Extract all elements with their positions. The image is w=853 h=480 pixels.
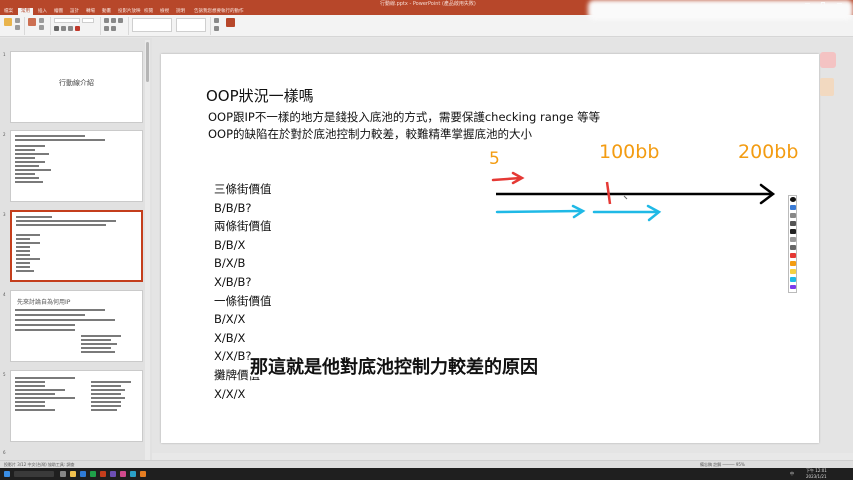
ink-annotations: 5 100bb 200bb [489, 141, 798, 222]
color-red-icon[interactable] [790, 253, 796, 258]
tell-me-search[interactable]: 告訴我您想要執行的動作 [194, 8, 244, 15]
cyan-arrow-1 [495, 204, 586, 219]
copy-icon[interactable] [15, 25, 20, 30]
window-title: 行動線.pptx - PowerPoint (產品啟用失敗) [380, 1, 476, 7]
color-orange-icon[interactable] [790, 261, 796, 266]
color-yellow-icon[interactable] [790, 269, 796, 274]
cyan-arrow-2 [592, 204, 662, 222]
thumbnail-scrollbar[interactable] [145, 40, 150, 460]
align-left-icon[interactable] [118, 18, 123, 23]
cut-icon[interactable] [15, 18, 20, 23]
tab-draw[interactable]: 繪圖 [54, 8, 63, 15]
pen-tool-icon[interactable] [790, 205, 796, 210]
canvas-scrollbar[interactable] [152, 453, 853, 460]
thumb-number: 4 [3, 292, 6, 297]
bold-icon[interactable] [54, 26, 59, 31]
layout-icon[interactable] [39, 18, 44, 23]
shapes-gallery[interactable] [132, 18, 172, 32]
explorer-icon[interactable] [70, 471, 76, 477]
numbering-icon[interactable] [111, 18, 116, 23]
taskbar: 中 下午 12:01 2023/1/21 [0, 468, 853, 480]
current-slide[interactable]: OOP狀況一樣嗎 OOP跟IP不一樣的地方是錢投入底池的方式，需要保護check… [161, 54, 819, 443]
tab-file[interactable]: 檔案 [4, 8, 13, 15]
color-purple-icon[interactable] [790, 285, 796, 289]
pen-toolbar [788, 195, 797, 293]
tab-design[interactable]: 設計 [70, 8, 79, 15]
ink-number-5: 5 [489, 149, 500, 169]
paste-icon[interactable] [4, 18, 12, 26]
dictate-icon[interactable] [226, 18, 235, 27]
tab-transitions[interactable]: 轉場 [86, 8, 95, 15]
tab-insert[interactable]: 插入 [38, 8, 47, 15]
font-color-icon[interactable] [75, 26, 80, 31]
red-tick-mark [605, 181, 612, 205]
thumb-number: 2 [3, 132, 6, 137]
app-icon[interactable] [140, 471, 146, 477]
ribbon-separator [128, 17, 129, 35]
task-view-icon[interactable] [60, 471, 66, 477]
thumb-title: 先來討論自為何用IP [17, 299, 71, 306]
ink-200bb: 200bb [738, 141, 798, 163]
ribbon-separator [100, 17, 101, 35]
edge-icon[interactable] [80, 471, 86, 477]
tab-view[interactable]: 檢視 [160, 8, 169, 15]
replace-icon[interactable] [214, 26, 219, 31]
pen-close-icon[interactable] [790, 197, 796, 202]
thumb-title: 行動線介紹 [59, 79, 94, 87]
video-subtitle: 那這就是他對底池控制力較差的原因 [250, 357, 538, 378]
slide-thumbnail-4[interactable]: 先來討論自為何用IP [10, 290, 143, 362]
tab-animations[interactable]: 動畫 [102, 8, 111, 15]
tab-home[interactable]: 常用 [18, 8, 33, 15]
underline-icon[interactable] [68, 26, 73, 31]
font-name-select[interactable] [54, 18, 80, 23]
quick-styles[interactable] [176, 18, 206, 32]
align-center-icon[interactable] [104, 26, 109, 31]
thumb-number: 3 [3, 212, 6, 217]
font-size-select[interactable] [82, 18, 94, 23]
tab-slideshow[interactable]: 投影片放映 [118, 8, 141, 15]
color-cyan-icon[interactable] [790, 277, 796, 282]
chrome-icon[interactable] [90, 471, 96, 477]
search-box[interactable] [14, 471, 54, 477]
find-icon[interactable] [214, 18, 219, 23]
align-right-icon[interactable] [111, 26, 116, 31]
tab-help[interactable]: 說明 [176, 8, 185, 15]
reset-icon[interactable] [39, 25, 44, 30]
app-icon[interactable] [120, 471, 126, 477]
slide-thumbnail-5[interactable] [10, 370, 143, 442]
thumb-number: 5 [3, 372, 6, 377]
start-icon[interactable] [4, 471, 10, 477]
italic-icon[interactable] [61, 26, 66, 31]
app-icon[interactable] [130, 471, 136, 477]
overlay-glare [588, 0, 853, 20]
input-language[interactable]: 中 [790, 468, 794, 480]
ribbon-separator [210, 17, 211, 35]
new-slide-icon[interactable] [28, 18, 36, 26]
slide-thumbnail-2[interactable] [10, 130, 143, 202]
mouse-cursor [623, 195, 628, 200]
clock-date[interactable]: 2023/1/21 [806, 474, 827, 480]
ribbon-separator [24, 17, 25, 35]
tab-review[interactable]: 校閱 [144, 8, 153, 15]
designer-icon[interactable] [820, 52, 836, 68]
slide-thumbnail-pane: 1 行動線介紹 2 3 4 先來討論自為何用IP 5 6 [0, 38, 152, 462]
bullets-icon[interactable] [104, 18, 109, 23]
slide-thumbnail-3[interactable] [10, 210, 143, 282]
thumb-number: 1 [3, 52, 6, 57]
ribbon-separator [50, 17, 51, 35]
status-bar: 投影片 3/12 中文(台灣) 協助工具: 調查 備忘稿 註解 ───── 95… [0, 460, 853, 468]
highlighter-icon[interactable] [790, 213, 796, 218]
slide-thumbnail-1[interactable]: 行動線介紹 [10, 51, 143, 123]
thumb-number: 6 [3, 450, 6, 455]
color-black-icon[interactable] [790, 229, 796, 234]
red-arrow [491, 171, 525, 185]
lasso-icon[interactable] [790, 237, 796, 242]
app-icon[interactable] [110, 471, 116, 477]
ink-100bb: 100bb [599, 141, 659, 163]
black-axis-arrow [496, 183, 776, 205]
powerpoint-icon[interactable] [100, 471, 106, 477]
eraser-icon[interactable] [790, 221, 796, 226]
ruler-icon[interactable] [790, 245, 796, 250]
notes-icon[interactable] [820, 78, 834, 96]
